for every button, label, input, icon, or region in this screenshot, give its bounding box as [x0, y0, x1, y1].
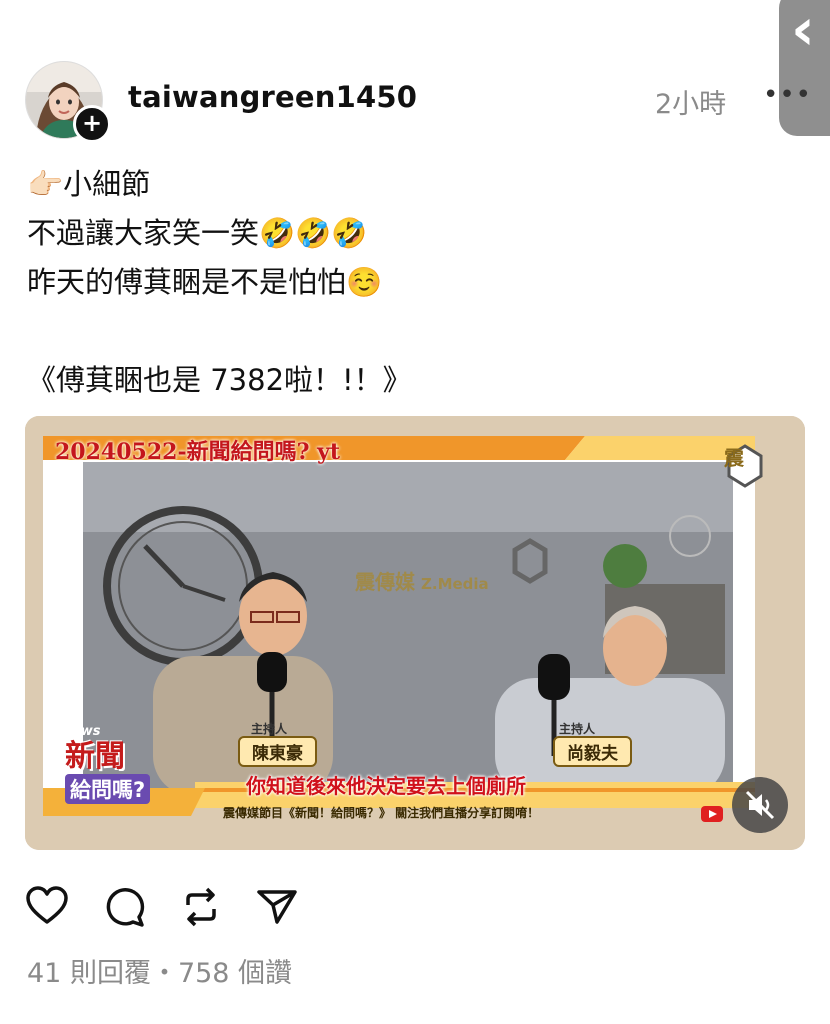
mute-icon	[745, 790, 775, 820]
brand-name: 震傳媒	[355, 570, 415, 594]
brand-name-en: Z.Media	[421, 575, 489, 593]
mute-button[interactable]	[732, 777, 788, 833]
like-button[interactable]	[25, 885, 69, 929]
channel-logo: 震	[724, 446, 744, 470]
host-tag-right: 主持人	[559, 722, 596, 736]
avatar[interactable]: +	[25, 61, 111, 143]
show-logo-line1: 新聞	[65, 739, 125, 774]
show-logo-news: News	[61, 724, 101, 739]
comment-button[interactable]	[103, 885, 147, 929]
repost-icon	[186, 887, 216, 927]
heart-icon	[26, 886, 68, 924]
post-line: 不過讓大家笑一笑🤣🤣🤣	[27, 216, 368, 250]
video-subtitle: 你知道後來他決定要去上個廁所	[246, 774, 526, 798]
post-timestamp: 2小時	[655, 89, 727, 120]
video-brand-text: 震傳媒 Z.Media	[355, 566, 489, 595]
video-title-overlay: 20240522-新聞給問嗎? yt	[55, 439, 341, 465]
post-stats[interactable]: 41 則回覆・758 個讚	[27, 951, 292, 990]
video-player[interactable]: 20240522-新聞給問嗎? yt 震傳媒 Z.Media 震 主持人 陳東豪 …	[25, 416, 805, 850]
video-ticker: 震傳媒節目《新聞！給問嗎？》 關注我們直播分享訂閱唷！	[223, 806, 540, 820]
more-icon[interactable]: •••	[763, 80, 812, 110]
comment-icon	[106, 888, 145, 927]
follow-plus-button[interactable]: +	[73, 105, 111, 143]
post-line-blank	[27, 307, 787, 356]
show-logo: News 新聞 給問嗎?	[61, 724, 151, 804]
post-line: 昨天的傅萁睏是不是怕怕☺️	[27, 265, 383, 299]
chevron-left-icon: ‹	[791, 0, 815, 63]
post-line: 《傅萁睏也是 7382啦！!！》	[27, 363, 412, 397]
show-logo-line2: 給問嗎?	[65, 774, 151, 804]
host-tag-left: 主持人	[251, 722, 288, 736]
share-icon	[257, 890, 297, 924]
share-button[interactable]	[255, 885, 299, 929]
post-body: 👉🏻小細節 不過讓大家笑一笑🤣🤣🤣 昨天的傅萁睏是不是怕怕☺️ 《傅萁睏也是 7…	[27, 160, 787, 405]
host-name-left: 陳東豪	[238, 736, 317, 767]
side-panel-tab[interactable]: ‹	[779, 0, 830, 136]
username[interactable]: taiwangreen1450	[128, 80, 417, 114]
host-name-right: 尚毅夫	[553, 736, 632, 767]
post-line: 👉🏻小細節	[27, 167, 151, 201]
repost-button[interactable]	[179, 885, 223, 929]
